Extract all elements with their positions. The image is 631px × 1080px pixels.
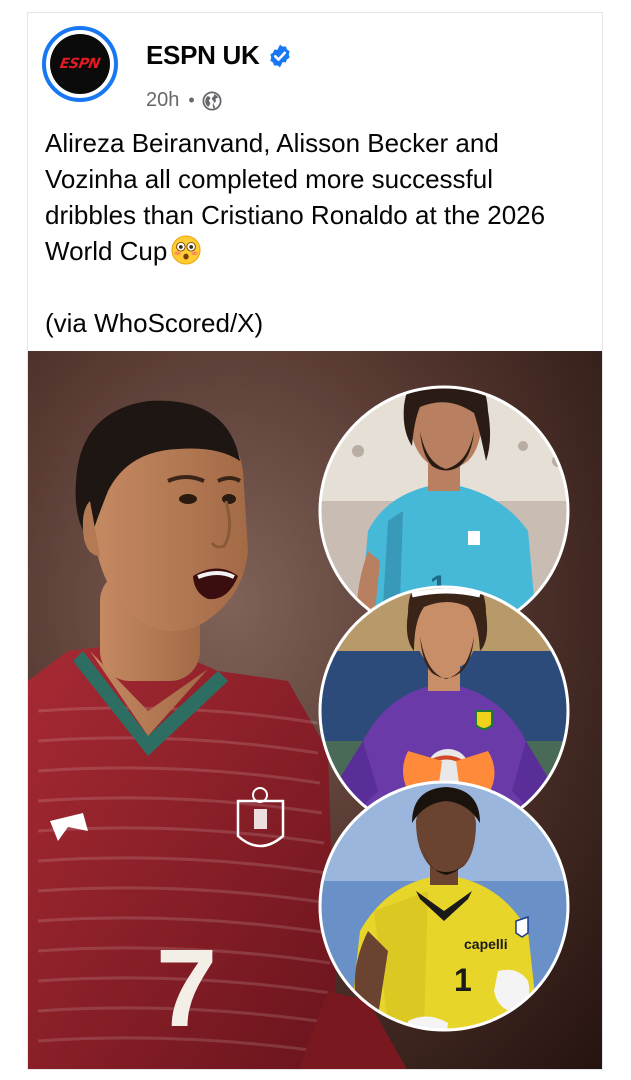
main-shirt-number: 7: [156, 927, 217, 1050]
text-spacer: [45, 269, 590, 305]
flushed-face-emoji: [171, 235, 201, 265]
espn-logo: ESPN: [50, 34, 110, 94]
post-photo[interactable]: 7 1 capelli 1: [28, 351, 603, 1070]
page-name-row: ESPN UK: [146, 40, 293, 71]
inset-3-sponsor: capelli: [464, 936, 508, 952]
post-text: Alireza Beiranvand, Alisson Becker and V…: [45, 125, 590, 341]
post-text-line: Alireza Beiranvand, Alisson Becker and V…: [45, 128, 546, 266]
post-text-body: Alireza Beiranvand, Alisson Becker and V…: [45, 125, 590, 269]
page-avatar[interactable]: ESPN: [42, 26, 118, 102]
inset-3-shirt-number: 1: [454, 962, 472, 998]
post-header: ESPN ESPN UK 20h •: [28, 13, 602, 123]
page-name[interactable]: ESPN UK: [146, 40, 260, 71]
post-meta: 20h •: [146, 89, 222, 112]
verified-badge-icon: [270, 44, 291, 67]
meta-separator: •: [188, 90, 195, 110]
post-card: ESPN ESPN UK 20h • Alireza Beiranvand, A…: [27, 12, 603, 1070]
post-time[interactable]: 20h: [146, 89, 179, 112]
globe-icon[interactable]: [202, 90, 222, 111]
post-source: (via WhoScored/X): [45, 308, 264, 338]
espn-logo-text: ESPN: [58, 56, 102, 72]
brazil-crest: [475, 710, 493, 730]
